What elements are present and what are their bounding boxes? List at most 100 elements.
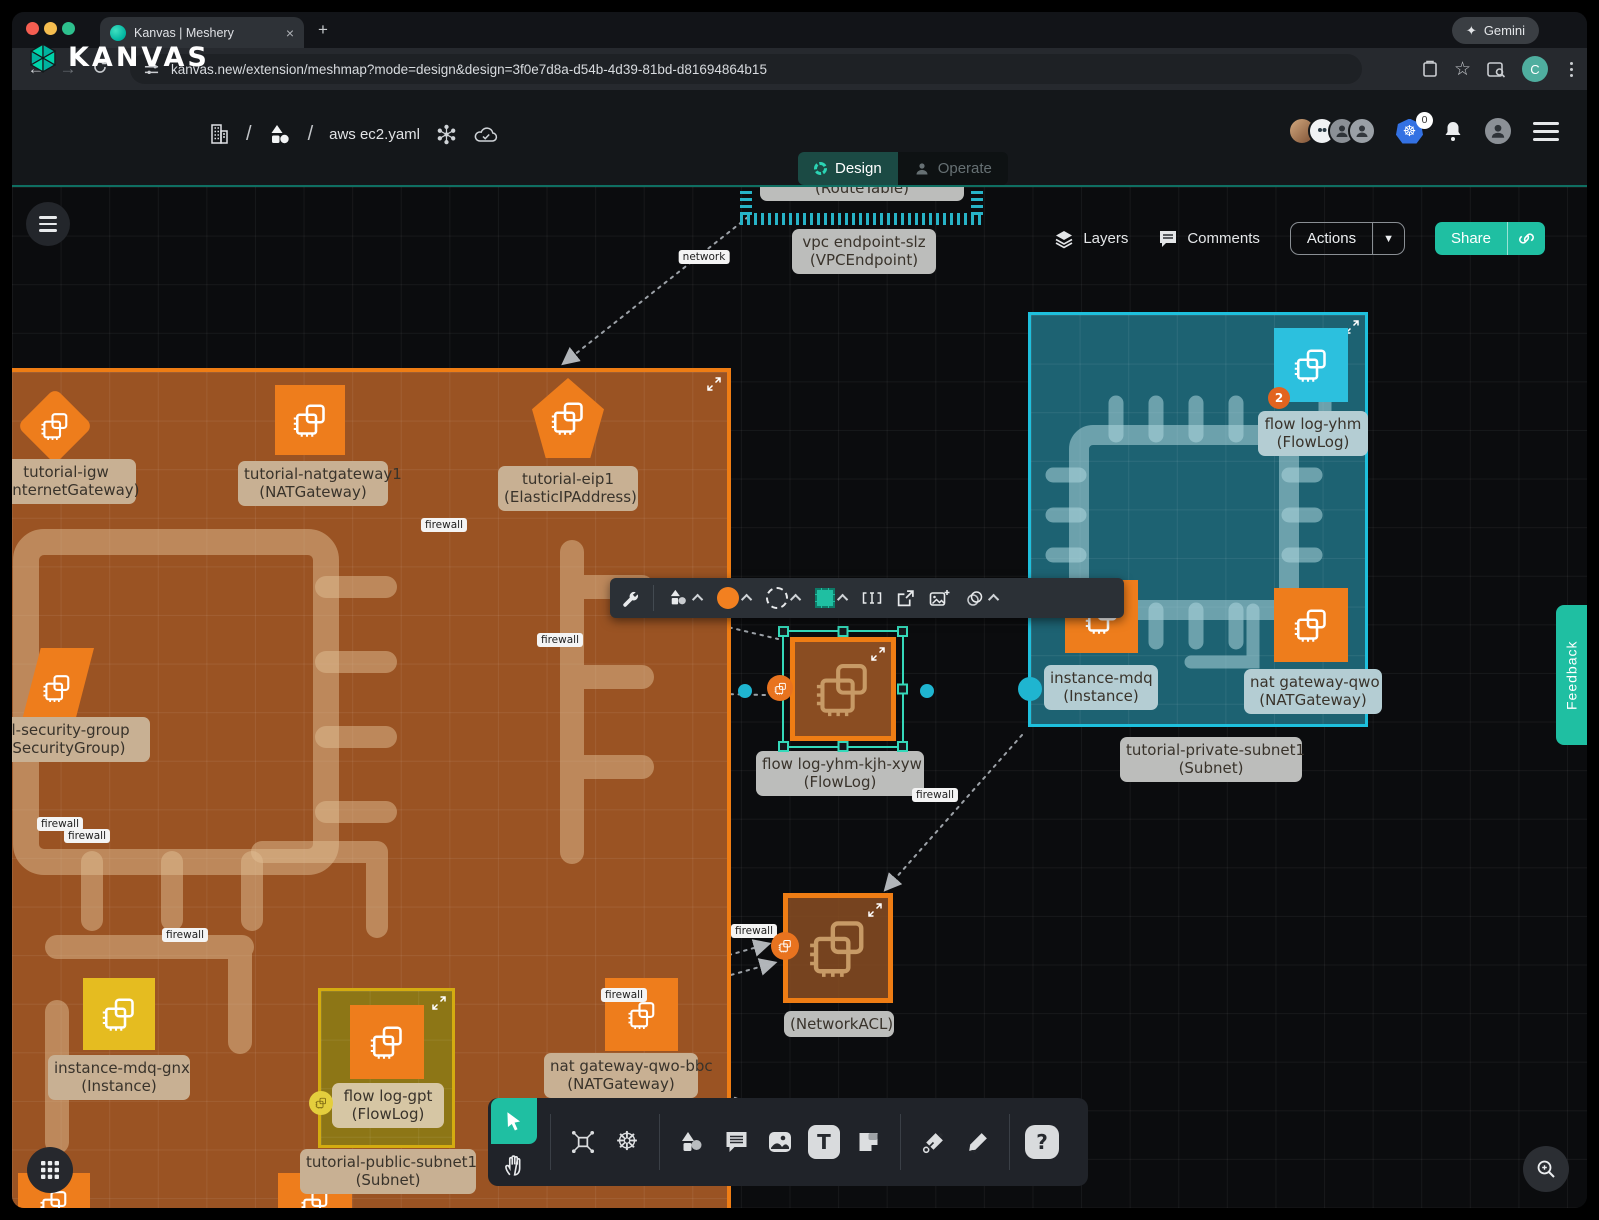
- note-tool-button[interactable]: [846, 1120, 890, 1164]
- chevron-up-icon[interactable]: [741, 594, 752, 605]
- background-style-button[interactable]: [815, 588, 848, 608]
- copy-link-icon[interactable]: [1507, 222, 1545, 255]
- components-tool-button[interactable]: [561, 1120, 605, 1164]
- kubernetes-tool-button[interactable]: ☸: [605, 1120, 649, 1164]
- designs-icon[interactable]: [268, 123, 292, 145]
- comments-button[interactable]: Comments: [1158, 229, 1260, 249]
- app-menu-icon[interactable]: [1533, 122, 1559, 141]
- tab-design[interactable]: Design: [798, 152, 898, 185]
- shapes-tool-button[interactable]: [668, 588, 703, 608]
- new-tab-button[interactable]: +: [318, 20, 328, 40]
- flowlog-yhm-label[interactable]: flow log-yhm(FlowLog): [1258, 411, 1368, 456]
- save-icon[interactable]: [1422, 60, 1438, 78]
- select-tool-button[interactable]: [491, 1098, 537, 1144]
- kanvas-logo[interactable]: KANVAS: [28, 42, 210, 73]
- window-zoom-button[interactable]: [62, 22, 75, 35]
- resize-handle-ne[interactable]: [897, 626, 908, 637]
- natgateway1-label[interactable]: tutorial-natgateway1(NATGateway): [238, 461, 388, 506]
- open-in-new-icon[interactable]: [896, 589, 915, 608]
- zoom-button[interactable]: [1523, 1146, 1569, 1192]
- feedback-tab[interactable]: Feedback: [1556, 605, 1587, 745]
- node-instance-gnx[interactable]: [83, 978, 155, 1050]
- url-bar[interactable]: kanvas.new/extension/meshmap?mode=design…: [130, 54, 1362, 84]
- design-canvas[interactable]: (RouteTable) vpc endpoint-slz(VPCEndpoin…: [12, 187, 1587, 1208]
- group-style-button[interactable]: [964, 588, 999, 608]
- flowlog-selected-label[interactable]: flow log-yhm-kjh-xyw(FlowLog): [756, 751, 924, 796]
- igw-label[interactable]: tutorial-igw(InternetGateway): [12, 459, 136, 504]
- comment-tool-button[interactable]: [714, 1120, 758, 1164]
- tab-operate[interactable]: Operate: [898, 152, 1008, 185]
- subnet-edge-port[interactable]: [1018, 677, 1042, 701]
- private-subnet-label[interactable]: tutorial-private-subnet1(Subnet): [1120, 737, 1302, 782]
- bookmark-star-icon[interactable]: ☆: [1454, 58, 1471, 81]
- gemini-button[interactable]: ✦ Gemini: [1452, 17, 1539, 44]
- window-close-button[interactable]: [26, 22, 39, 35]
- browser-profile-avatar[interactable]: C: [1522, 56, 1548, 82]
- instance-mdq-label[interactable]: instance-mdq(Instance): [1044, 665, 1158, 710]
- resize-handle-sw[interactable]: [778, 741, 789, 752]
- port-right[interactable]: [920, 684, 934, 698]
- node-flowlog-selected[interactable]: [790, 637, 896, 741]
- rename-icon[interactable]: [862, 589, 882, 607]
- nat-qwo-label[interactable]: nat gateway-qwo(NATGateway): [1244, 669, 1382, 714]
- selected-node-badge[interactable]: [767, 675, 793, 701]
- node-nat-qwo[interactable]: [1274, 588, 1348, 662]
- public-subnet-label[interactable]: tutorial-public-subnet1(Subnet): [300, 1149, 476, 1194]
- user-avatar[interactable]: [1483, 116, 1513, 146]
- tab-search-icon[interactable]: [1487, 61, 1506, 78]
- flowlog-gpt-badge[interactable]: [309, 1091, 333, 1115]
- canvas-menu-button[interactable]: [26, 202, 70, 246]
- fill-color-button[interactable]: [717, 587, 752, 609]
- instance-gnx-label[interactable]: instance-mdq-gnx(Instance): [48, 1055, 190, 1100]
- eip1-label[interactable]: tutorial-eip1(ElasticIPAddress): [498, 466, 638, 511]
- resize-handle-nw[interactable]: [778, 626, 789, 637]
- collapse-icon[interactable]: [707, 377, 721, 391]
- selected-node-frame[interactable]: [782, 630, 904, 748]
- edge-tool-button[interactable]: [911, 1120, 955, 1164]
- mesh-sync-icon[interactable]: [436, 124, 457, 145]
- collapse-icon[interactable]: [432, 996, 446, 1010]
- text-tool-button[interactable]: T: [802, 1120, 846, 1164]
- actions-dropdown-caret[interactable]: ▼: [1372, 223, 1404, 254]
- actions-button[interactable]: Actions ▼: [1290, 222, 1405, 255]
- network-acl-badge[interactable]: [771, 932, 799, 960]
- add-image-icon[interactable]: [929, 589, 950, 608]
- kubernetes-context-button[interactable]: ☸ 0: [1396, 119, 1423, 144]
- configure-wrench-icon[interactable]: [620, 589, 639, 608]
- resize-handle-s[interactable]: [838, 741, 849, 752]
- collapse-icon[interactable]: [871, 647, 885, 661]
- avatar-4[interactable]: [1348, 117, 1376, 145]
- share-button[interactable]: Share: [1435, 222, 1545, 255]
- notifications-bell-icon[interactable]: [1443, 120, 1463, 142]
- resize-handle-se[interactable]: [897, 741, 908, 752]
- chevron-up-icon[interactable]: [790, 594, 801, 605]
- shapes-tool-button[interactable]: [670, 1120, 714, 1164]
- vpc-endpoint-label[interactable]: vpc endpoint-slz(VPCEndpoint): [792, 229, 936, 274]
- flowlog-gpt-label[interactable]: flow log-gpt(FlowLog): [332, 1083, 444, 1128]
- browser-menu-icon[interactable]: [1570, 68, 1573, 71]
- help-tool-button[interactable]: ?: [1020, 1120, 1064, 1164]
- media-tool-button[interactable]: [758, 1120, 802, 1164]
- layers-button[interactable]: Layers: [1054, 229, 1128, 249]
- cloud-status-icon[interactable]: [473, 124, 499, 144]
- node-network-acl[interactable]: [783, 893, 893, 1003]
- draw-tool-button[interactable]: [955, 1120, 999, 1164]
- pan-tool-button[interactable]: [503, 1144, 525, 1186]
- organization-icon[interactable]: [208, 122, 230, 146]
- chevron-up-icon[interactable]: [692, 594, 703, 605]
- design-file-name[interactable]: aws ec2.yaml: [329, 126, 420, 143]
- network-acl-label[interactable]: (NetworkACL): [784, 1011, 894, 1037]
- node-nat-gateway-1[interactable]: [275, 385, 345, 455]
- chevron-up-icon[interactable]: [988, 594, 999, 605]
- tab-close-icon[interactable]: ×: [286, 25, 294, 41]
- nat-bbc-label[interactable]: nat gateway-qwo-bbc(NATGateway): [544, 1053, 698, 1098]
- port-left[interactable]: [738, 684, 752, 698]
- collapse-icon[interactable]: [868, 903, 882, 917]
- resize-handle-e[interactable]: [897, 684, 908, 695]
- flowlog-yhm-badge[interactable]: 2: [1268, 387, 1290, 409]
- border-style-button[interactable]: [766, 587, 801, 609]
- window-minimize-button[interactable]: [44, 22, 57, 35]
- collaborator-avatars[interactable]: [1288, 117, 1376, 145]
- apps-grid-button[interactable]: [27, 1147, 73, 1193]
- resize-handle-n[interactable]: [838, 626, 849, 637]
